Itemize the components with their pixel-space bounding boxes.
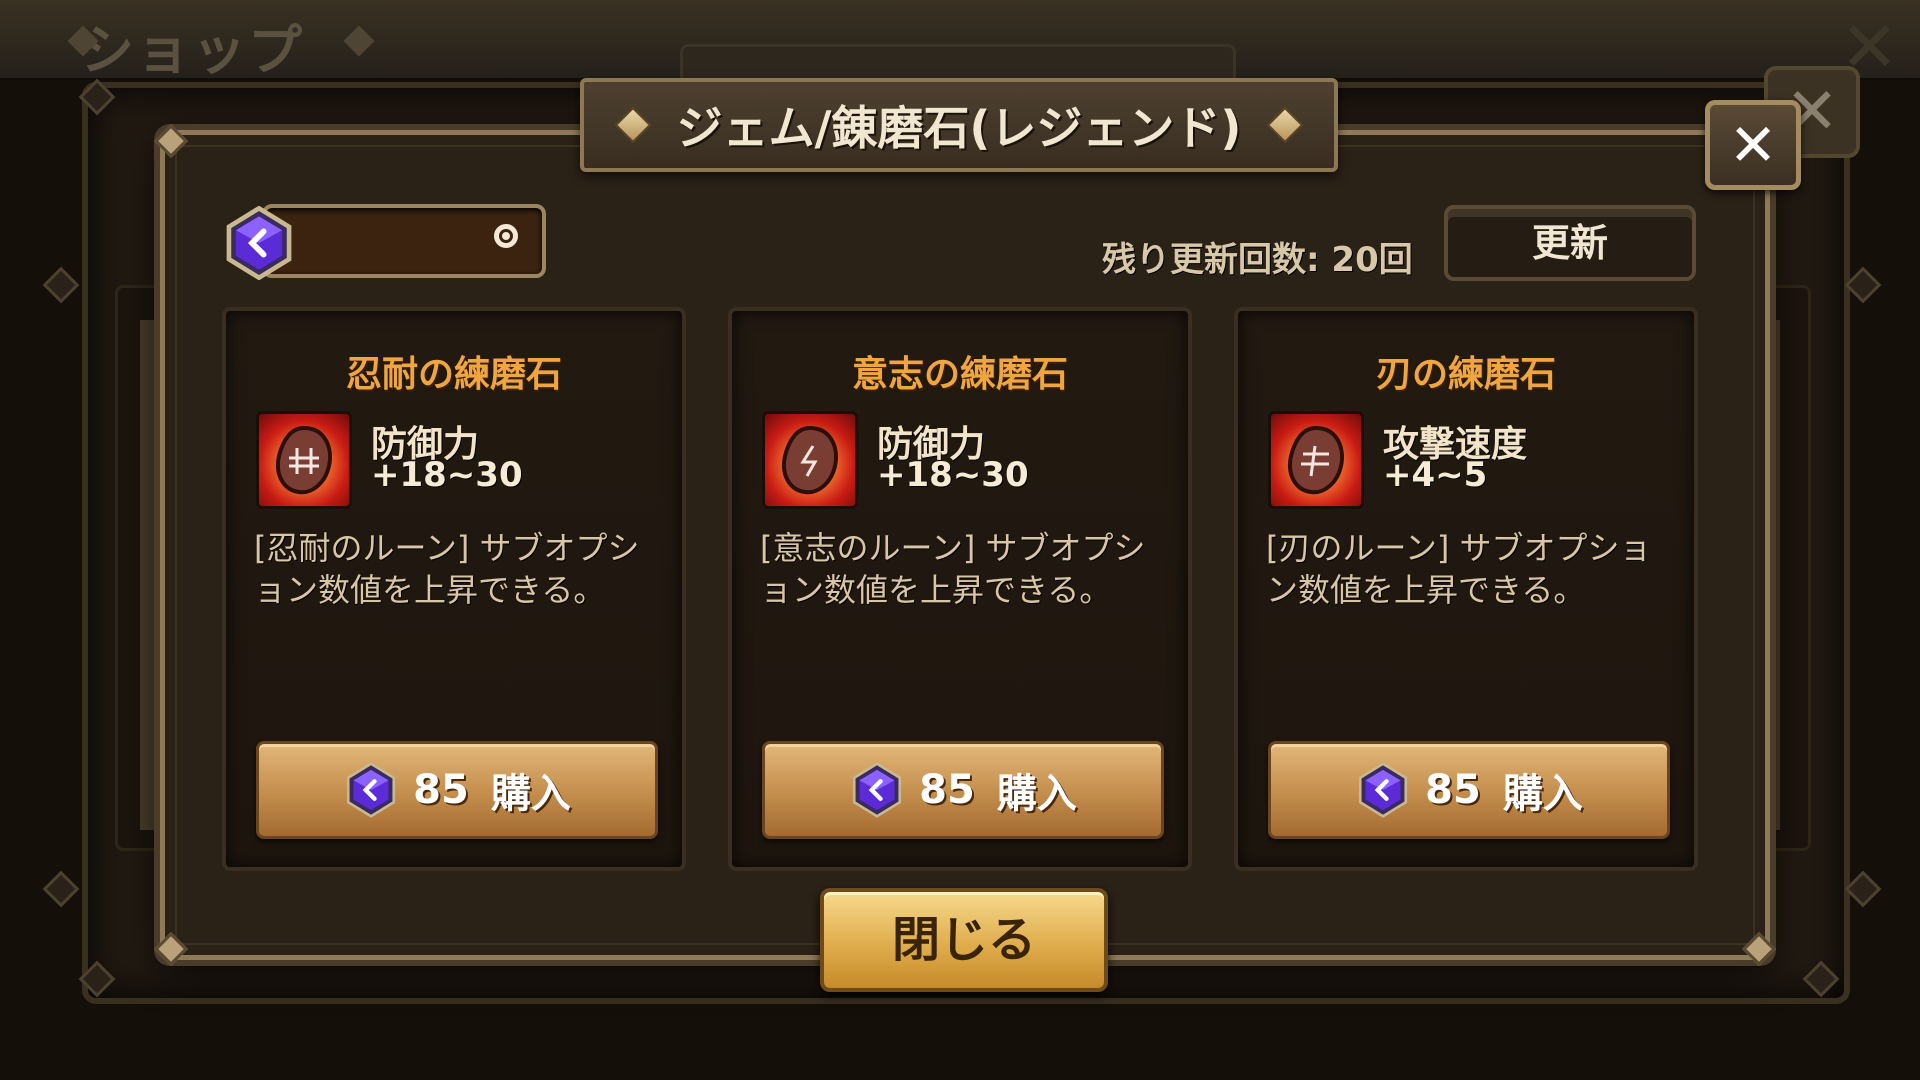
stat-value: +18~30	[877, 455, 1029, 495]
item-title: 刃の練磨石	[1375, 354, 1556, 395]
item-title: 忍耐の練磨石	[345, 354, 562, 395]
currency-value-dot	[502, 232, 510, 240]
item-description: [刃のルーン] サブオプション数値を上昇できる。	[1266, 529, 1652, 609]
runestone-icon	[762, 411, 858, 509]
modal-title: ジェム/錬磨石(レジェンド)	[676, 101, 1242, 155]
stat-value: +18~30	[371, 455, 523, 495]
buy-button[interactable]: 85 購入	[256, 741, 658, 839]
modal-title-plate: ジェム/錬磨石(レジェンド)	[580, 78, 1338, 172]
diamond-icon	[614, 106, 652, 144]
crystal-icon	[347, 762, 396, 818]
runestone-icon	[256, 411, 352, 509]
buy-label: 購入	[1502, 771, 1583, 817]
background-diamond-icon	[343, 25, 375, 57]
background-corner-ornament	[42, 870, 80, 908]
item-description: [意志のルーン] サブオプション数値を上昇できる。	[760, 529, 1146, 609]
background-corner-ornament	[1844, 266, 1882, 304]
buy-price: 85	[413, 767, 469, 813]
refresh-count-text: 残り更新回数: 20回	[1102, 240, 1413, 280]
close-icon: ✕	[1728, 111, 1778, 179]
buy-label: 購入	[490, 771, 571, 817]
close-button[interactable]: ✕	[1705, 100, 1801, 190]
background-strip	[140, 320, 158, 830]
background-shop-title: ショップ	[80, 19, 304, 82]
diamond-icon	[1266, 106, 1304, 144]
currency-value	[494, 224, 518, 248]
buy-button[interactable]: 85 購入	[1268, 741, 1670, 839]
crystal-icon	[226, 206, 292, 280]
buy-label: 購入	[996, 771, 1077, 817]
stat-value: +4~5	[1383, 455, 1488, 495]
item-card: 意志の練磨石 防御力 +18~30 [意志のルーン] サブオプション数値を上昇で…	[728, 307, 1192, 871]
buy-button[interactable]: 85 購入	[762, 741, 1164, 839]
buy-price: 85	[1425, 767, 1481, 813]
refresh-button[interactable]: 更新	[1444, 205, 1696, 281]
item-card: 刃の練磨石 攻撃速度 +4~5 [刃のルーン] サブオプション数値を上昇できる。…	[1234, 307, 1698, 871]
crystal-icon	[853, 762, 902, 818]
runestone-icon	[1268, 411, 1364, 509]
item-card: 忍耐の練磨石 防御力 +18~30 [忍耐のルーン] サブオプション数値を上昇で…	[222, 307, 686, 871]
currency-display: 0	[262, 204, 546, 278]
item-title: 意志の練磨石	[851, 354, 1068, 395]
item-description: [忍耐のルーン] サブオプション数値を上昇できる。	[254, 529, 640, 609]
crystal-icon	[1359, 762, 1408, 818]
buy-price: 85	[919, 767, 975, 813]
close-modal-button[interactable]: 閉じる	[820, 888, 1108, 992]
background-corner-ornament	[42, 266, 80, 304]
background-corner-ornament	[1844, 870, 1882, 908]
